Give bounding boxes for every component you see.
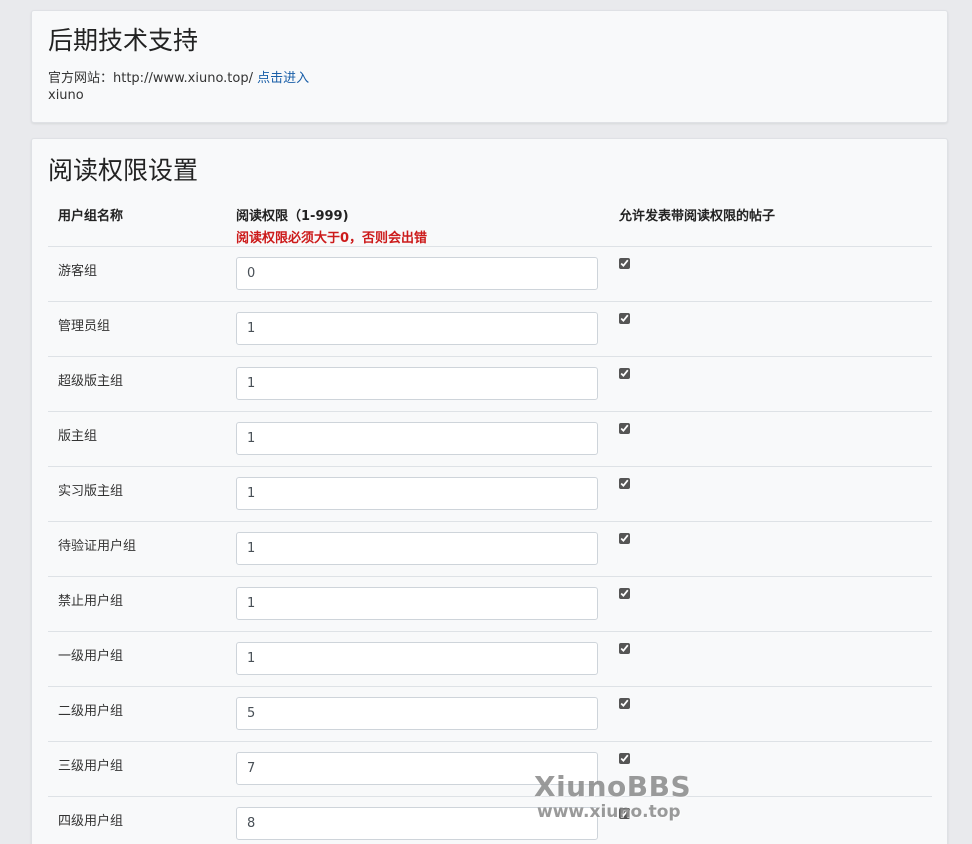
table-row: 版主组 — [48, 411, 932, 467]
support-title: 后期技术支持 — [48, 26, 199, 55]
read-permission-input[interactable] — [236, 422, 598, 455]
allow-post-cell — [609, 631, 932, 687]
header-read-permission: 阅读权限（1-999) 阅读权限必须大于0，否则会出错 — [226, 199, 609, 247]
table-row: 待验证用户组 — [48, 521, 932, 577]
read-permission-cell — [226, 521, 609, 577]
read-permission-cell — [226, 631, 609, 687]
allow-post-checkbox[interactable] — [619, 753, 630, 764]
allow-post-cell — [609, 796, 932, 844]
group-name: 禁止用户组 — [48, 576, 226, 632]
permission-rows: 游客组管理员组超级版主组版主组实习版主组待验证用户组禁止用户组一级用户组二级用户… — [48, 246, 932, 844]
group-name: 二级用户组 — [48, 686, 226, 742]
allow-post-checkbox[interactable] — [619, 808, 630, 819]
table-row: 禁止用户组 — [48, 576, 932, 632]
header-allow-post-label: 允许发表带阅读权限的帖子 — [619, 209, 776, 224]
official-site-line: 官方网站：http://www.xiuno.top/ 点击进入 — [48, 67, 309, 86]
read-permission-input[interactable] — [236, 752, 598, 785]
allow-post-cell — [609, 246, 932, 302]
read-permission-cell — [226, 356, 609, 412]
allow-post-checkbox[interactable] — [619, 313, 630, 324]
read-permission-cell — [226, 246, 609, 302]
read-permission-cell — [226, 466, 609, 522]
read-permission-input[interactable] — [236, 477, 598, 510]
group-name: 三级用户组 — [48, 741, 226, 797]
read-permission-input[interactable] — [236, 587, 598, 620]
table-row: 一级用户组 — [48, 631, 932, 687]
read-permission-input[interactable] — [236, 312, 598, 345]
table-row: 四级用户组 — [48, 796, 932, 844]
header-group-name: 用户组名称 — [48, 199, 226, 247]
group-name: 管理员组 — [48, 301, 226, 357]
allow-post-checkbox[interactable] — [619, 643, 630, 654]
read-permission-cell — [226, 301, 609, 357]
group-name: 四级用户组 — [48, 796, 226, 844]
read-permission-input[interactable] — [236, 697, 598, 730]
support-card: 后期技术支持 官方网站：http://www.xiuno.top/ 点击进入 x… — [31, 10, 948, 123]
table-row: 管理员组 — [48, 301, 932, 357]
group-name: 一级用户组 — [48, 631, 226, 687]
read-permission-cell — [226, 576, 609, 632]
header-group-name-label: 用户组名称 — [58, 209, 124, 224]
read-permission-cell — [226, 741, 609, 797]
table-row: 实习版主组 — [48, 466, 932, 522]
read-permission-warning: 阅读权限必须大于0，否则会出错 — [236, 231, 428, 246]
enter-site-link[interactable]: 点击进入 — [257, 71, 309, 86]
table-header-row: 用户组名称 阅读权限（1-999) 阅读权限必须大于0，否则会出错 允许发表带阅… — [48, 199, 932, 247]
page: 后期技术支持 官方网站：http://www.xiuno.top/ 点击进入 x… — [0, 0, 972, 844]
group-name: 版主组 — [48, 411, 226, 467]
allow-post-cell — [609, 521, 932, 577]
allow-post-checkbox[interactable] — [619, 588, 630, 599]
read-permission-cell — [226, 686, 609, 742]
header-read-permission-label: 阅读权限（1-999) — [236, 209, 349, 224]
allow-post-checkbox[interactable] — [619, 423, 630, 434]
author-name: xiuno — [48, 88, 84, 103]
table-row: 超级版主组 — [48, 356, 932, 412]
read-permission-input[interactable] — [236, 532, 598, 565]
read-permission-cell — [226, 411, 609, 467]
allow-post-cell — [609, 411, 932, 467]
allow-post-checkbox[interactable] — [619, 368, 630, 379]
read-permission-input[interactable] — [236, 807, 598, 840]
read-permission-input[interactable] — [236, 257, 598, 290]
header-allow-post: 允许发表带阅读权限的帖子 — [609, 199, 932, 247]
allow-post-cell — [609, 576, 932, 632]
read-permission-input[interactable] — [236, 367, 598, 400]
official-site-label: 官方网站：http://www.xiuno.top/ — [48, 71, 253, 86]
allow-post-cell — [609, 301, 932, 357]
read-permission-input[interactable] — [236, 642, 598, 675]
table-row: 三级用户组 — [48, 741, 932, 797]
group-name: 游客组 — [48, 246, 226, 302]
allow-post-checkbox[interactable] — [619, 258, 630, 269]
group-name: 待验证用户组 — [48, 521, 226, 577]
read-permission-cell — [226, 796, 609, 844]
allow-post-cell — [609, 741, 932, 797]
group-name: 实习版主组 — [48, 466, 226, 522]
allow-post-checkbox[interactable] — [619, 698, 630, 709]
read-permission-card: 阅读权限设置 用户组名称 阅读权限（1-999) 阅读权限必须大于0，否则会出错 — [31, 138, 948, 844]
allow-post-cell — [609, 686, 932, 742]
allow-post-cell — [609, 356, 932, 412]
table-row: 二级用户组 — [48, 686, 932, 742]
allow-post-checkbox[interactable] — [619, 478, 630, 489]
permission-table: 用户组名称 阅读权限（1-999) 阅读权限必须大于0，否则会出错 允许发表带阅… — [48, 199, 932, 844]
group-name: 超级版主组 — [48, 356, 226, 412]
table-row: 游客组 — [48, 246, 932, 302]
permission-title: 阅读权限设置 — [48, 156, 199, 185]
allow-post-cell — [609, 466, 932, 522]
allow-post-checkbox[interactable] — [619, 533, 630, 544]
